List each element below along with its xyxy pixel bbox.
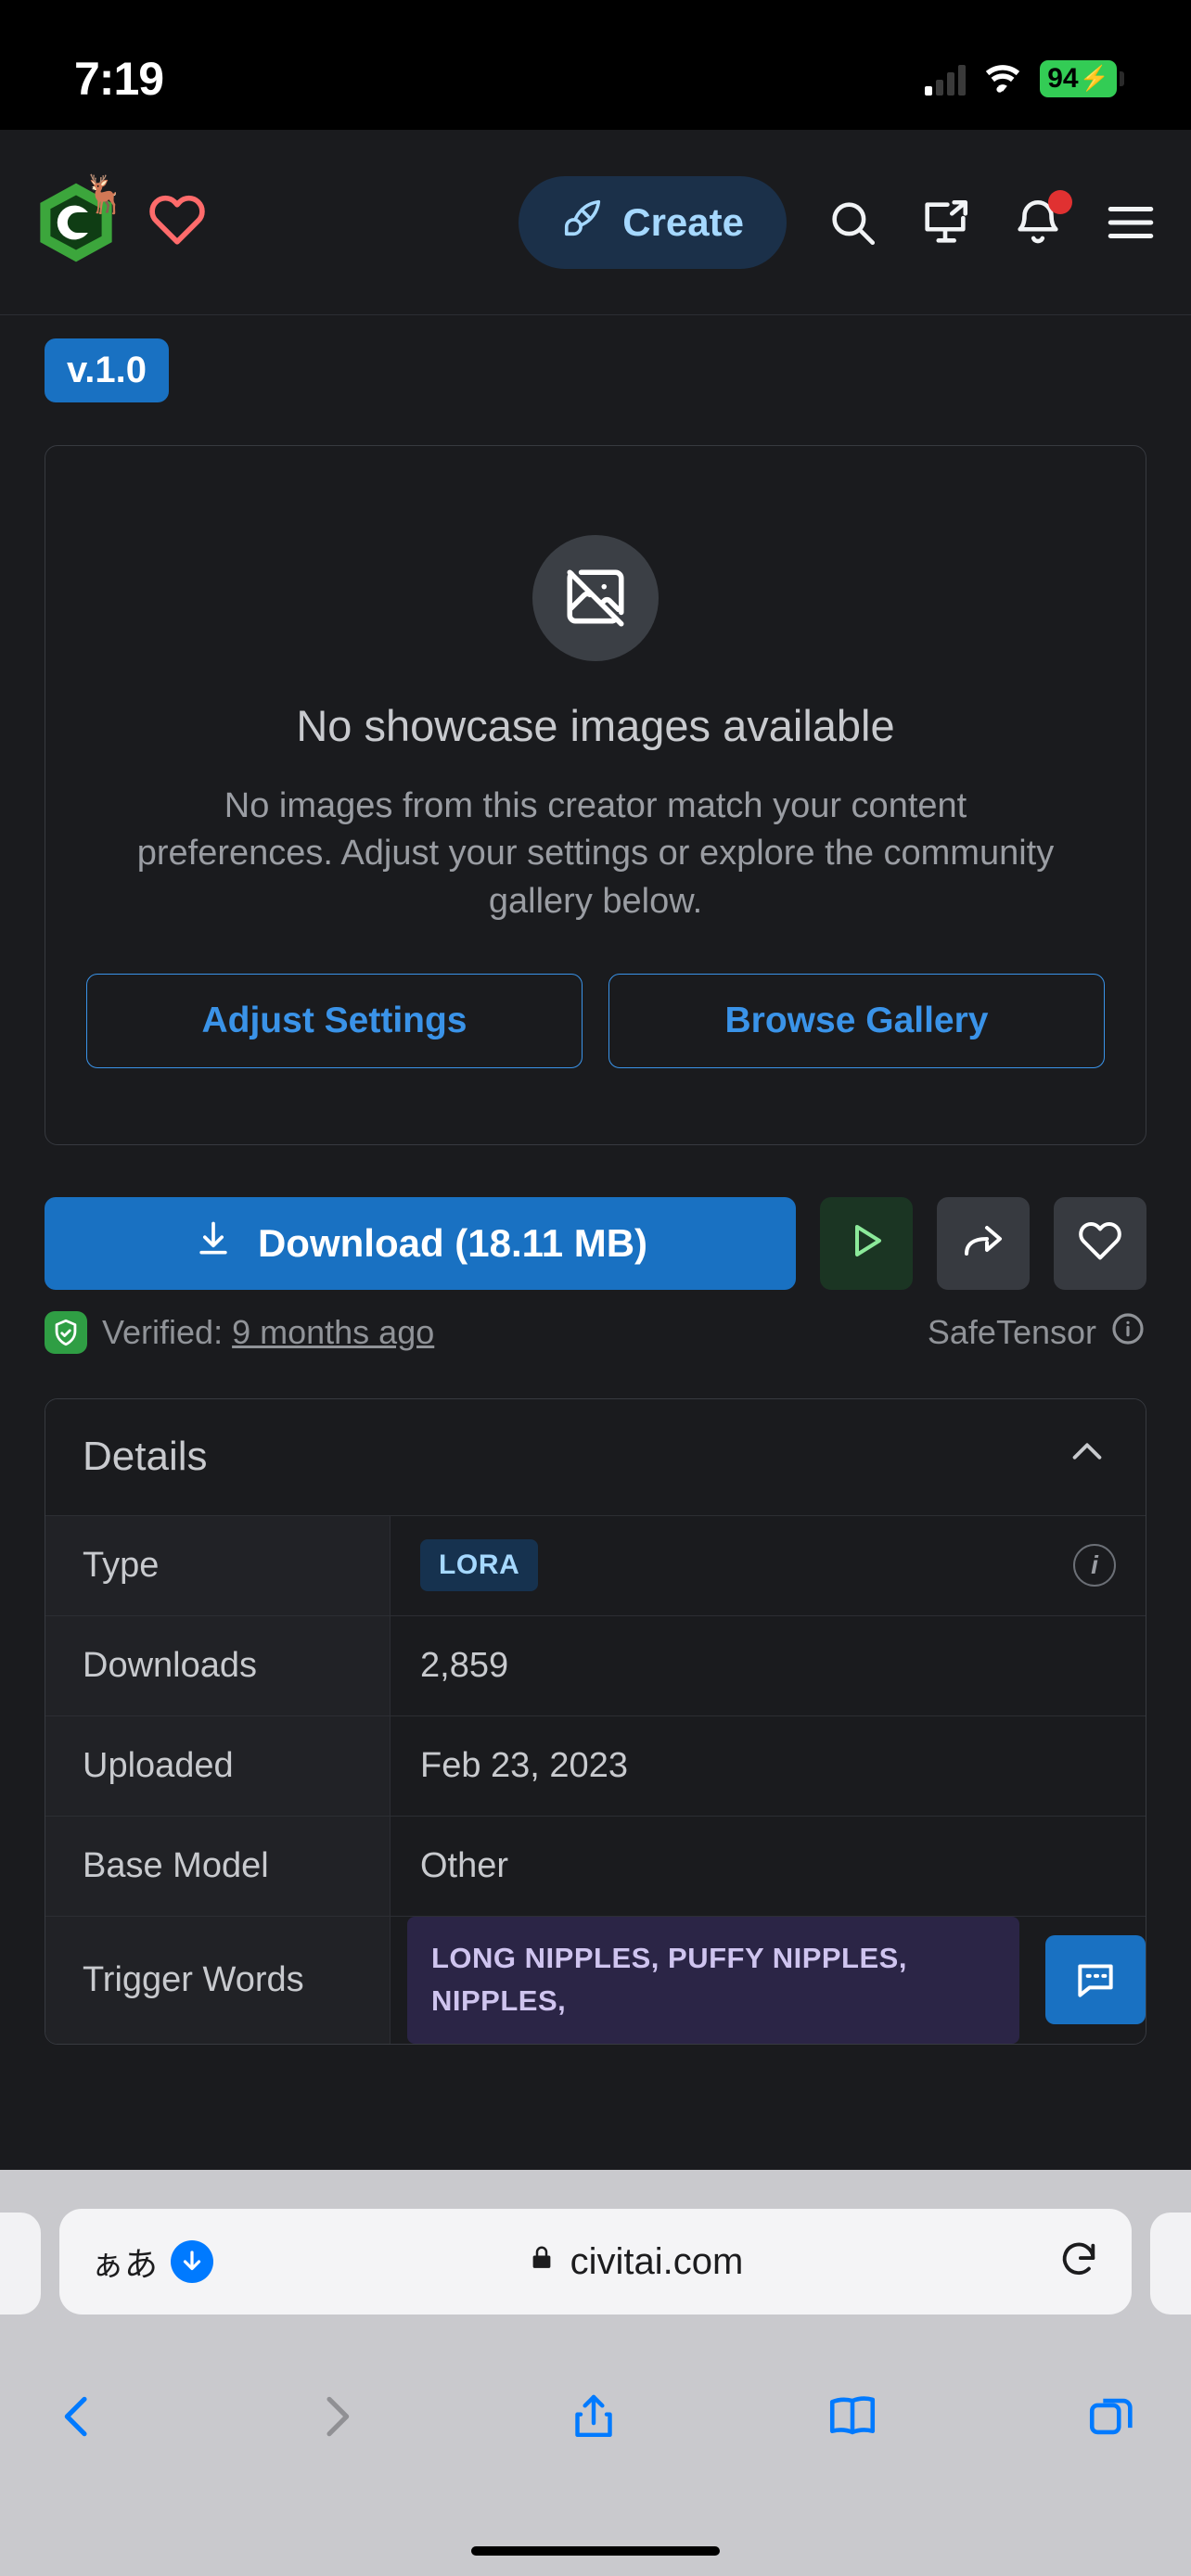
status-bar-time: 7:19 <box>74 53 164 105</box>
status-bar-indicators: 94 ⚡ <box>925 60 1124 97</box>
table-row: Type LORA i <box>45 1514 1146 1615</box>
download-button[interactable]: Download (18.11 MB) <box>45 1196 796 1290</box>
safari-bottom-bar: ぁあ civitai.com <box>0 2170 1191 2576</box>
table-row: Trigger Words LONG NIPPLES, PUFFY NIPPLE… <box>45 1915 1146 2044</box>
verified-date[interactable]: 9 months ago <box>232 1313 434 1351</box>
lock-icon <box>528 2241 556 2283</box>
verified-row: Verified: 9 months ago SafeTensor <box>45 1310 1146 1356</box>
details-header[interactable]: Details <box>45 1398 1146 1515</box>
info-icon[interactable] <box>1109 1310 1146 1356</box>
detail-value: Feb 23, 2023 <box>420 1745 628 1785</box>
notification-badge <box>1048 189 1072 214</box>
text-size-button[interactable]: ぁあ <box>91 2238 158 2286</box>
detail-value: Other <box>420 1845 509 1885</box>
favorite-button[interactable] <box>1054 1196 1146 1290</box>
table-row: Base Model Other <box>45 1815 1146 1916</box>
chevron-up-icon[interactable] <box>1066 1431 1108 1484</box>
home-indicator <box>471 2546 720 2556</box>
download-arrow-icon[interactable] <box>171 2240 214 2283</box>
type-badge: LORA <box>420 1539 539 1592</box>
detail-key: Uploaded <box>45 1715 391 1816</box>
detail-key: Type <box>45 1515 391 1615</box>
file-format-text: SafeTensor <box>927 1313 1096 1352</box>
share-button[interactable] <box>937 1196 1030 1290</box>
reindeer-icon: 🦌 <box>82 173 128 215</box>
table-row: Downloads 2,859 <box>45 1614 1146 1715</box>
site-header: 🦌 Create <box>0 130 1191 315</box>
detail-key: Downloads <box>45 1615 391 1715</box>
page-content: v.1.0 No showcase images available No im… <box>0 315 1191 2045</box>
wifi-icon <box>986 65 1020 93</box>
reload-icon[interactable] <box>1057 2238 1100 2286</box>
image-off-icon <box>532 535 659 661</box>
url-display[interactable]: civitai.com <box>213 2241 1057 2283</box>
next-tab[interactable] <box>1150 2213 1191 2315</box>
version-badge[interactable]: v.1.0 <box>45 338 169 402</box>
browse-gallery-button[interactable]: Browse Gallery <box>608 973 1105 1068</box>
back-button[interactable] <box>52 2388 104 2450</box>
file-format-label: SafeTensor <box>928 1310 1146 1356</box>
detail-value: 2,859 <box>420 1645 509 1685</box>
detail-key: Trigger Words <box>45 1916 391 2044</box>
address-bar[interactable]: ぁあ civitai.com <box>59 2209 1132 2315</box>
download-button-label: Download (18.11 MB) <box>257 1220 648 1265</box>
share-button[interactable] <box>568 2387 620 2451</box>
download-row: Download (18.11 MB) <box>45 1196 1146 1290</box>
download-icon <box>193 1218 234 1269</box>
bookmarks-button[interactable] <box>826 2389 879 2449</box>
create-button-label: Create <box>622 199 744 244</box>
battery-indicator: 94 ⚡ <box>1040 60 1124 97</box>
run-model-button[interactable] <box>820 1196 913 1290</box>
verified-label: Verified: 9 months ago <box>102 1313 434 1352</box>
create-button[interactable]: Create <box>519 175 787 269</box>
bell-icon[interactable] <box>1011 189 1072 249</box>
safari-tab-strip: ぁあ civitai.com <box>0 2170 1191 2346</box>
search-icon[interactable] <box>826 196 879 249</box>
previous-tab[interactable] <box>0 2213 41 2315</box>
details-title: Details <box>83 1434 208 1480</box>
detail-value: LONG NIPPLES, PUFFY NIPPLES, NIPPLES, <box>391 1916 1146 2044</box>
paintbrush-icon <box>561 197 604 249</box>
info-icon[interactable]: i <box>1073 1544 1116 1588</box>
forward-button[interactable] <box>310 2388 362 2450</box>
table-row: Uploaded Feb 23, 2023 <box>45 1715 1146 1816</box>
adjust-settings-button[interactable]: Adjust Settings <box>86 973 583 1068</box>
detail-value: LORA i <box>391 1516 1146 1615</box>
details-section: Details Type LORA i Downloads 2,859 Uplo… <box>45 1397 1146 2045</box>
heart-outline-icon[interactable] <box>147 191 208 253</box>
heart-outline-icon <box>1078 1218 1122 1268</box>
battery-percent: 94 <box>1047 62 1079 94</box>
trigger-words-chip[interactable]: LONG NIPPLES, PUFFY NIPPLES, NIPPLES, <box>407 1916 1019 2044</box>
bolt-icon: ⚡ <box>1079 64 1109 92</box>
cellular-signal-icon <box>925 62 967 96</box>
shield-check-icon <box>45 1311 87 1355</box>
url-text: civitai.com <box>570 2240 744 2282</box>
phone-screen: 7:19 94 ⚡ 🦌 Create v.1.0 No showcase ima… <box>0 0 1191 2576</box>
status-bar: 7:19 94 ⚡ <box>0 0 1191 130</box>
safari-toolbar <box>0 2346 1191 2485</box>
showcase-title: No showcase images available <box>296 701 895 750</box>
copy-chat-icon[interactable] <box>1045 1935 1146 2025</box>
showcase-description: No images from this creator match your c… <box>136 786 1055 921</box>
detail-key: Base Model <box>45 1816 391 1916</box>
share-arrow-icon <box>961 1218 1005 1268</box>
screen-share-icon[interactable] <box>918 196 972 249</box>
showcase-actions: Adjust Settings Browse Gallery <box>86 973 1105 1068</box>
hamburger-menu-icon[interactable] <box>1104 196 1158 249</box>
civitai-logo-icon[interactable]: 🦌 <box>33 176 128 265</box>
play-icon <box>844 1218 889 1268</box>
showcase-empty-card: No showcase images available No images f… <box>45 445 1146 1145</box>
tabs-button[interactable] <box>1085 2390 1139 2448</box>
verified-label-text: Verified: <box>102 1313 224 1352</box>
